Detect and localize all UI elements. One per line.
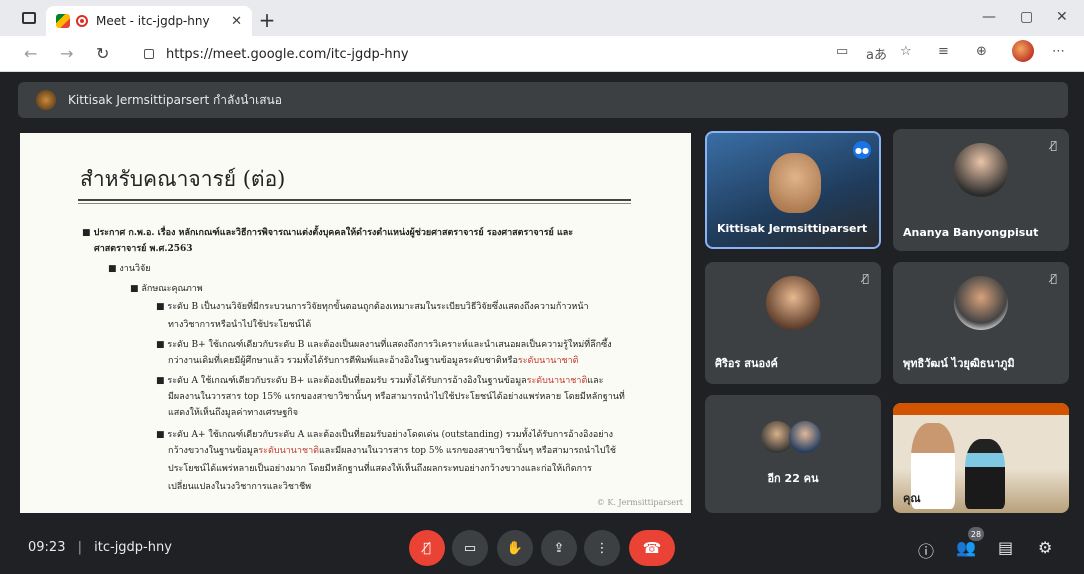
profile-avatar[interactable] [1012, 40, 1034, 62]
meet-favicon-icon [56, 14, 70, 28]
present-screen-button[interactable]: ⇪ [541, 530, 577, 566]
tab-strip: Meet - itc-jgdp-hny ✕ + — ▢ ✕ [0, 0, 1084, 36]
reload-button[interactable]: ↻ [96, 44, 109, 63]
slide-line: กว่างานเดิมที่เคยมีผู้ศึกษาแล้ว รวมทั้งไ… [168, 356, 579, 366]
presenter-banner: Kittisak Jermsittiparsert กำลังนำเสนอ [18, 82, 1068, 118]
participant-name: พุทธิวัฒน์ ไวยุฒิธนาภูมิ [903, 357, 1015, 370]
separator: | [77, 540, 82, 555]
people-icon[interactable]: 👥 [956, 538, 976, 557]
participant-tile[interactable]: อีก 22 คน [705, 395, 881, 513]
slide-line: ■ ระดับ B+ ใช้เกณฑ์เดียวกับระดับ B และต้… [156, 340, 612, 350]
participant-avatar [954, 143, 1008, 198]
participant-tile[interactable]: 🎙̸ พุทธิวัฒน์ ไวยุฒิธนาภูมิ [893, 262, 1069, 384]
camera-button[interactable]: ▭ [452, 530, 488, 566]
participant-name: ศิริอร สนองค์ [715, 357, 778, 370]
mic-off-button[interactable]: 🎙̸ [409, 530, 445, 566]
minimize-button[interactable]: — [982, 9, 996, 25]
slide-line: ■ งานวิจัย [108, 264, 151, 274]
tab-actions-icon[interactable] [22, 12, 36, 24]
slide-line: มีผลงานในวารสาร top 15% แรกของสาขาวิชานั… [168, 392, 625, 402]
meeting-code: itc-jgdp-hny [94, 540, 172, 555]
slide-credit: © K. Jermsittiparsert [596, 498, 683, 507]
maximize-button[interactable]: ▢ [1020, 9, 1033, 25]
activities-icon[interactable]: ⚙ [1038, 538, 1052, 557]
participant-name: คุณ [903, 492, 921, 505]
slide-line: ทางวิชาการหรือนำไปใช้ประโยชน์ได้ [168, 320, 312, 330]
meeting-info: 09:23 | itc-jgdp-hny [28, 540, 172, 555]
mic-off-icon: 🎙̸ [862, 272, 869, 285]
presenter-text: Kittisak Jermsittiparsert กำลังนำเสนอ [68, 92, 282, 107]
presentation-slide: สำหรับคณาจารย์ (ต่อ) ■ ประกาศ ก.พ.อ. เรื… [20, 133, 691, 513]
participant-name: Ananya Banyongpisut [903, 226, 1039, 239]
participant-avatar [766, 276, 820, 331]
more-options-button[interactable]: ⋮ [584, 530, 620, 566]
tab-title: Meet - itc-jgdp-hny [96, 14, 210, 28]
speaking-indicator-icon: ●● [853, 141, 871, 159]
address-row: ← → ↻ https://meet.google.com/itc-jgdp-h… [0, 36, 1084, 72]
browser-tab[interactable]: Meet - itc-jgdp-hny ✕ [46, 6, 252, 36]
chat-icon[interactable]: ▤ [998, 538, 1013, 557]
address-bar[interactable]: https://meet.google.com/itc-jgdp-hny [130, 41, 820, 67]
participant-video [965, 439, 1005, 509]
mic-off-icon: 🎙̸ [1050, 272, 1057, 285]
slide-line: ประโยชน์ได้แพร่หลายเป็นอย่างมาก โดยมีหลั… [168, 464, 592, 474]
participant-tile[interactable]: ●● Kittisak Jermsittiparsert [705, 131, 881, 249]
read-aloud-icon[interactable]: aあ [866, 44, 887, 63]
participant-avatar [789, 421, 821, 453]
slide-line: ■ ระดับ B เป็นงานวิจัยที่มีกระบวนการวิจั… [156, 302, 589, 312]
lock-icon [144, 49, 154, 59]
others-count: อีก 22 คน [767, 472, 819, 485]
participant-video [769, 153, 821, 213]
slide-line: เปลี่ยนแปลงในวงวิชาการและวิชาชีพ [168, 482, 312, 492]
more-menu-icon[interactable]: ⋯ [1052, 44, 1065, 59]
back-button[interactable]: ← [24, 44, 37, 63]
recording-icon [76, 15, 88, 27]
forward-button[interactable]: → [60, 44, 73, 63]
slide-line: ศาสตราจารย์ พ.ศ.2563 [94, 244, 193, 254]
new-tab-button[interactable]: + [256, 8, 278, 32]
tab-close-icon[interactable]: ✕ [231, 14, 242, 29]
mic-off-icon: 🎙̸ [1050, 139, 1057, 152]
participant-avatar [954, 276, 1008, 331]
title-rule-thin [78, 203, 631, 204]
favorite-star-icon[interactable]: ☆ [900, 44, 912, 59]
slide-title: สำหรับคณาจารย์ (ต่อ) [80, 167, 286, 191]
video-background [893, 403, 1069, 415]
participant-name: Kittisak Jermsittiparsert [717, 222, 868, 235]
slide-line: ■ ระดับ A+ ใช้เกณฑ์เดียวกับระดับ A และต้… [156, 430, 613, 440]
favorites-list-icon[interactable]: ≡ [938, 44, 949, 59]
collections-icon[interactable]: ⊕ [976, 44, 987, 59]
title-rule [78, 199, 631, 201]
slide-line: แสดงให้เห็นถึงมูลค่าทางเศรษฐกิจ [168, 408, 299, 418]
self-view-tile[interactable]: คุณ [893, 403, 1069, 513]
window-close-button[interactable]: ✕ [1056, 9, 1068, 25]
participant-tile[interactable]: 🎙̸ Ananya Banyongpisut [893, 129, 1069, 251]
raise-hand-button[interactable]: ✋ [497, 530, 533, 566]
slide-line: ■ ลักษณะคุณภาพ [130, 284, 203, 294]
meeting-details-icon[interactable]: ⓘ [918, 538, 934, 562]
camera-in-use-icon[interactable]: ▭ [836, 44, 848, 59]
slide-line: กว้างขวางในฐานข้อมูลระดับนานาชาติและมีผล… [168, 446, 616, 456]
participant-tile[interactable]: 🎙̸ ศิริอร สนองค์ [705, 262, 881, 384]
url-text: https://meet.google.com/itc-jgdp-hny [166, 46, 409, 62]
browser-chrome: Meet - itc-jgdp-hny ✕ + — ▢ ✕ ← → ↻ http… [0, 0, 1084, 72]
clock-time: 09:23 [28, 540, 66, 555]
slide-line: ■ ประกาศ ก.พ.อ. เรื่อง หลักเกณฑ์และวิธีก… [82, 228, 574, 238]
end-call-button[interactable]: ☎ [629, 530, 675, 566]
presenter-avatar [36, 90, 56, 110]
slide-line: ■ ระดับ A ใช้เกณฑ์เดียวกับระดับ B+ และต้… [156, 376, 604, 386]
